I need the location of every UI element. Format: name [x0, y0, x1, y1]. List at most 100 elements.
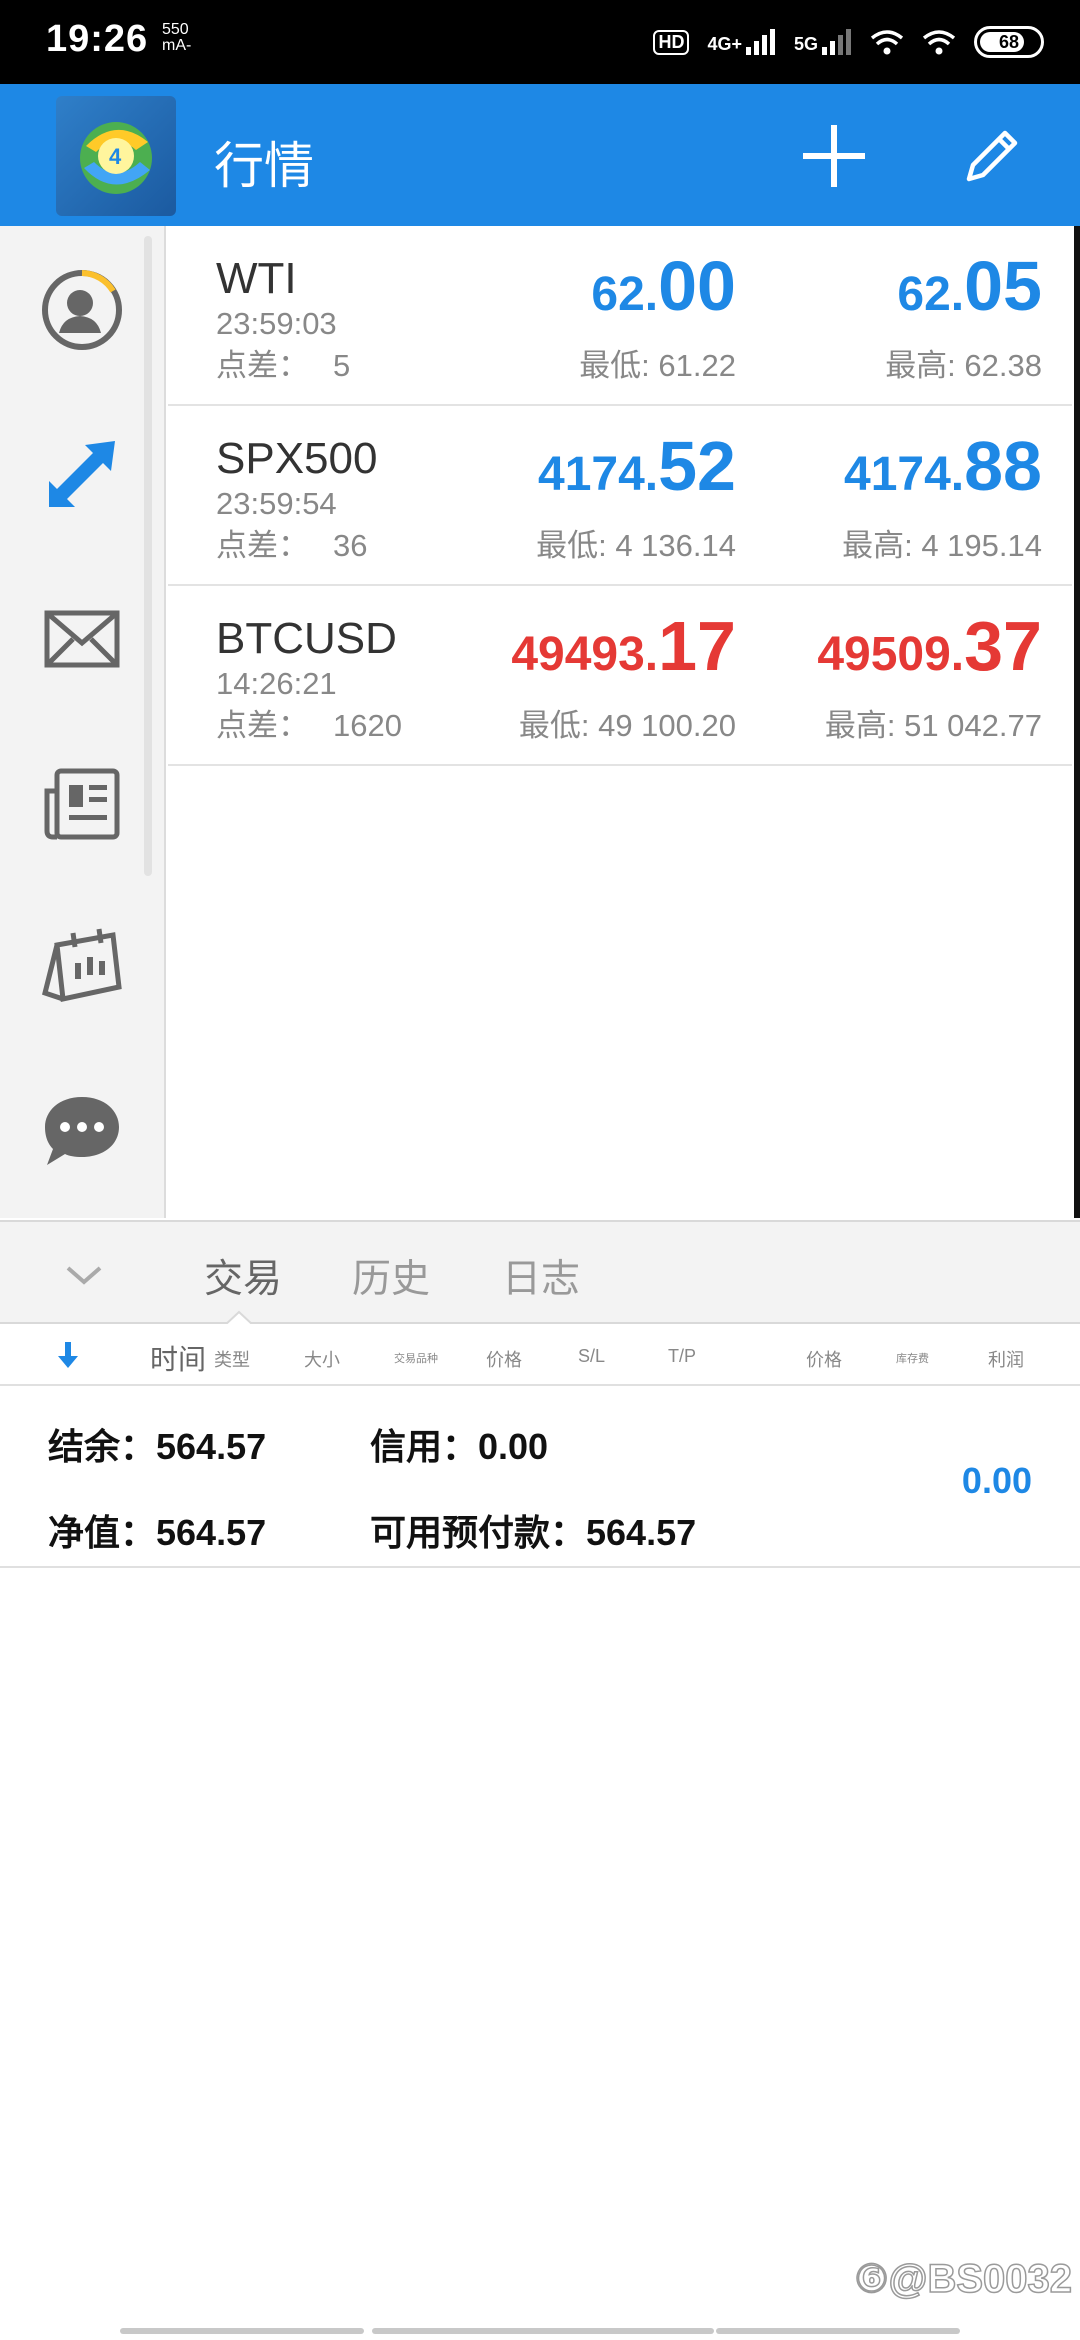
signal-bars-icon: [745, 29, 775, 55]
quote-row-0[interactable]: WTI 23:59:03 点差： 5 62.00 62.05 最低: 61.22 …: [168, 226, 1072, 406]
ask-price: 4174.88: [742, 426, 1042, 506]
nav-gesture-bar-1: [120, 2328, 364, 2334]
sidebar-item-news[interactable]: [36, 758, 128, 850]
status-data-rate: 550 mA-: [162, 22, 191, 54]
ask-price-main: 62.: [897, 268, 965, 321]
sidebar-item-quotes[interactable]: [36, 428, 128, 520]
column-sl[interactable]: S/L: [578, 1346, 605, 1367]
low-price: 最低: 49 100.20: [518, 708, 736, 743]
bid-price-main: 49493.: [511, 628, 659, 681]
sidebar-nav: [0, 226, 166, 1218]
bid-price-pips: 17: [658, 607, 736, 685]
quote-spread: 点差： 1620: [216, 700, 402, 745]
watermark-text: ⑥@BS0032: [854, 2256, 1073, 2302]
bid-price-main: 4174.: [538, 448, 659, 501]
data-rate-value: 550: [162, 21, 189, 38]
spread-label: 点差：: [216, 348, 309, 383]
column-symbol[interactable]: 交易品种: [394, 1350, 438, 1366]
quote-spread: 点差： 36: [216, 520, 367, 565]
wifi-arrows-icon: [870, 30, 904, 55]
data-rate-unit: mA-: [162, 37, 192, 54]
ask-price: 62.05: [742, 246, 1042, 326]
low-price: 最低: 61.22: [579, 348, 736, 383]
quote-symbol: SPX500: [216, 434, 378, 483]
high-price: 最高: 62.38: [885, 348, 1042, 383]
column-price-current[interactable]: 价格: [806, 1346, 842, 1372]
high-price: 最高: 4 195.14: [842, 528, 1042, 563]
column-type[interactable]: 类型: [214, 1346, 250, 1372]
battery-icon: 68: [974, 26, 1044, 58]
wifi-icon: [922, 30, 956, 55]
quote-symbol: BTCUSD: [216, 614, 397, 663]
status-time: 19:26: [46, 18, 149, 60]
svg-text:4: 4: [109, 144, 122, 169]
bid-price-pips: 00: [658, 247, 736, 325]
quote-row-1[interactable]: SPX500 23:59:54 点差： 36 4174.52 4174.88 最低…: [168, 406, 1072, 586]
economic-calendar-icon: [42, 928, 122, 1003]
net-4g-label: 4G+: [707, 34, 742, 54]
free-margin-text: 可用预付款：564.57: [370, 1512, 697, 1553]
tab-journal[interactable]: 日志: [502, 1248, 580, 1304]
chat-bubble-icon: [45, 1097, 119, 1165]
sort-arrow-down-icon[interactable]: [56, 1340, 80, 1370]
plus-icon: [803, 125, 865, 187]
sidebar-item-calendar[interactable]: [36, 924, 128, 1016]
signal-5g-icon: 5G: [794, 29, 852, 55]
pencil-icon: [966, 130, 1018, 182]
trade-columns-header: 时间 类型 大小 交易品种 价格 S/L T/P 价格 库存费 利润: [0, 1324, 1080, 1386]
spread-value: 1620: [333, 708, 402, 743]
sidebar-item-mail[interactable]: [36, 594, 128, 686]
net-5g-label: 5G: [793, 34, 818, 54]
collapse-button[interactable]: [56, 1252, 112, 1300]
spread-value: 5: [333, 348, 351, 383]
tab-history[interactable]: 历史: [352, 1248, 430, 1304]
signal-bars-2-icon: [822, 29, 851, 55]
sidebar-item-chat[interactable]: [36, 1086, 128, 1178]
edit-button[interactable]: [950, 114, 1034, 198]
spread-label: 点差：: [216, 528, 309, 563]
news-icon: [44, 768, 120, 840]
terminal-tabs: 交易 历史 日志: [0, 1220, 1080, 1326]
account-summary: 结余：564.57 信用：0.00 净值：564.57 可用预付款：564.57…: [0, 1386, 1080, 1568]
mail-icon: [44, 610, 120, 668]
column-price[interactable]: 价格: [486, 1346, 522, 1372]
hd-icon: HD: [653, 29, 690, 55]
quotes-scrollbar[interactable]: [1074, 226, 1080, 1218]
account-profile-icon: [42, 270, 122, 350]
low-price: 最低: 4 136.14: [536, 528, 736, 563]
column-size[interactable]: 大小: [304, 1346, 340, 1372]
quote-row-2[interactable]: BTCUSD 14:26:21 点差： 1620 49493.17 49509.3…: [168, 586, 1072, 766]
nav-gesture-bar-3: [716, 2328, 960, 2334]
nav-gesture-bar-2: [372, 2328, 714, 2334]
chevron-down-icon: [66, 1266, 102, 1285]
tab-trade[interactable]: 交易: [204, 1248, 282, 1304]
mt4-logo-icon[interactable]: 4: [56, 96, 176, 216]
ask-price-pips: 37: [964, 607, 1042, 685]
quote-time: 23:59:54: [216, 486, 337, 521]
bid-price: 4174.52: [436, 426, 736, 506]
bid-price: 62.00: [436, 246, 736, 326]
column-time[interactable]: 时间: [150, 1338, 206, 1378]
page-title: 行情: [214, 138, 314, 194]
ask-price-main: 4174.: [844, 448, 965, 501]
equity-text: 净值：564.57: [48, 1512, 267, 1553]
add-symbol-button[interactable]: [792, 114, 876, 198]
spread-label: 点差：: [216, 708, 309, 743]
quote-symbol: WTI: [216, 254, 297, 303]
bid-price: 49493.17: [436, 606, 736, 686]
battery-level: 68: [998, 31, 1020, 52]
bid-price-main: 62.: [591, 268, 659, 321]
column-profit[interactable]: 利润: [988, 1346, 1024, 1372]
column-tp[interactable]: T/P: [668, 1346, 696, 1367]
ask-price: 49509.37: [742, 606, 1042, 686]
signal-4g-icon: 4G+: [707, 29, 776, 55]
credit-text: 信用：0.00: [370, 1426, 549, 1467]
sidebar-item-account[interactable]: [36, 264, 128, 356]
arrows-diagonal-icon: [49, 441, 115, 507]
total-profit: 0.00: [961, 1460, 1032, 1501]
balance-text: 结余：564.57: [48, 1426, 267, 1467]
quote-time: 23:59:03: [216, 306, 337, 341]
status-bar: 19:26 550 mA- HD 4G+ 5G 68: [0, 0, 1080, 84]
column-swap[interactable]: 库存费: [896, 1350, 929, 1366]
sidebar-scrollbar[interactable]: [144, 236, 152, 876]
